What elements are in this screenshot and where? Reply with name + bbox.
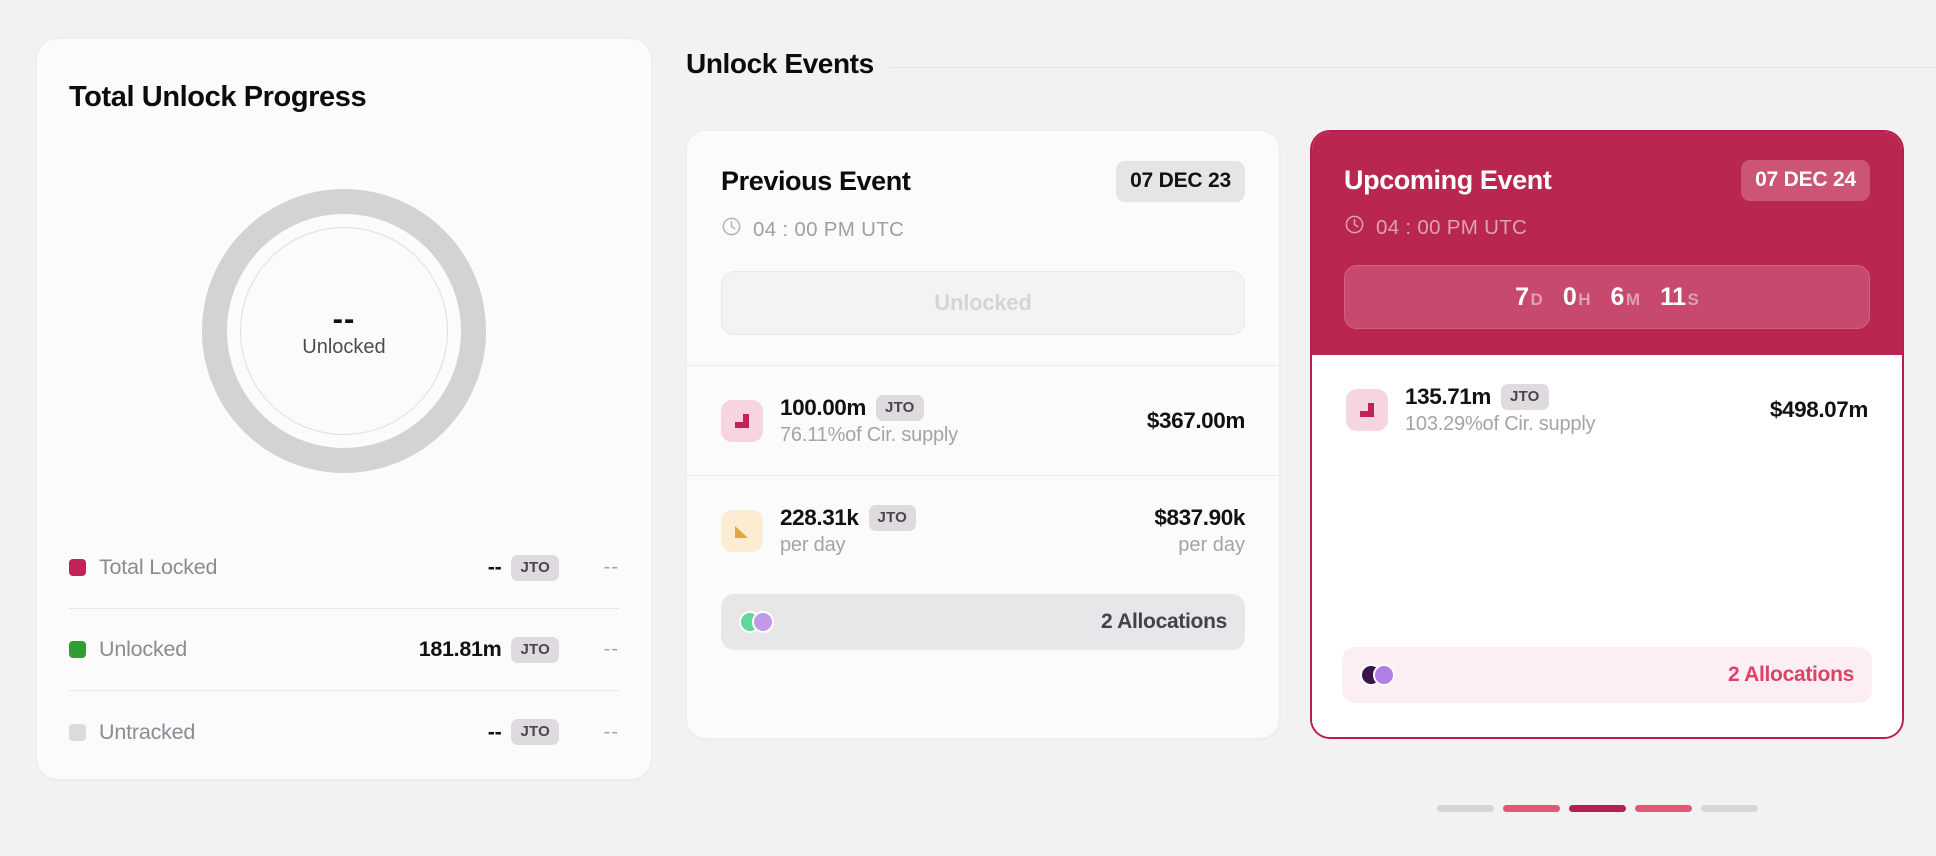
allocation-usd-value: $837.90k [1154, 505, 1245, 530]
donut-label: Unlocked [302, 336, 386, 358]
upcoming-event-card[interactable]: Upcoming Event 07 DEC 24 04 : 00 PM UTC … [1310, 130, 1904, 739]
allocation-count-label: 2 Allocations [1727, 663, 1854, 686]
previous-event-time: 04 : 00 PM UTC [753, 217, 905, 241]
legend-amount: -- [487, 719, 502, 744]
allocation-avatars [739, 611, 774, 633]
avatar-dot [1373, 664, 1395, 686]
legend-secondary-value: -- [603, 720, 619, 743]
allocation-subtext: 103.29%of Cir. supply [1405, 413, 1596, 435]
legend-amount: 181.81m [418, 637, 502, 661]
allocation-subtext: 76.11%of Cir. supply [780, 423, 958, 446]
previous-event-date-badge: 07 DEC 23 [1116, 161, 1245, 202]
token-badge: JTO [511, 719, 559, 745]
upcoming-event-header: Upcoming Event 07 DEC 24 04 : 00 PM UTC … [1312, 132, 1902, 355]
upcoming-event-time-row: 04 : 00 PM UTC [1344, 214, 1870, 241]
upcoming-event-time: 04 : 00 PM UTC [1376, 215, 1528, 239]
legend-label: Unlocked [99, 637, 188, 661]
allocation-usd-value: $498.07m [1769, 397, 1869, 422]
bar-step-icon [721, 399, 763, 442]
legend-list: Total Locked -- JTO -- Unlocked 181.81m … [69, 527, 619, 773]
section-title-unlock-events: Unlock Events [686, 48, 890, 80]
token-badge: JTO [511, 636, 559, 663]
allocation-usd-subtext: per day [1178, 534, 1245, 556]
legend-row-total-locked: Total Locked -- JTO -- [69, 527, 619, 609]
previous-event-status-pill: Unlocked [721, 271, 1245, 335]
countdown-unit: S [1687, 289, 1699, 309]
allocation-amount: 228.31k [780, 505, 859, 530]
countdown-unit: M [1625, 289, 1641, 309]
allocation-row: 228.31k JTO per day $837.90k per day [687, 476, 1279, 586]
legend-secondary-value: -- [603, 556, 619, 578]
previous-allocations-footer[interactable]: 2 Allocations [721, 594, 1245, 650]
pagination-dash[interactable] [1701, 805, 1758, 812]
allocation-row: 100.00m JTO 76.11%of Cir. supply $367.00… [687, 366, 1279, 476]
countdown-value: 0 [1562, 282, 1577, 311]
swatch-untracked [69, 723, 86, 741]
legend-secondary-value: -- [603, 638, 619, 660]
clock-icon [721, 216, 742, 243]
swatch-unlocked [69, 641, 86, 658]
pagination-dash[interactable] [1437, 805, 1494, 812]
countdown-value: 7 [1515, 282, 1529, 311]
pagination-dash-active[interactable] [1569, 805, 1626, 812]
avatar-dot [752, 611, 774, 633]
allocation-subtext: per day [780, 534, 846, 556]
unlock-dashboard: Total Unlock Progress -- Unlocked Total … [0, 0, 1936, 856]
token-badge: JTO [1501, 384, 1549, 410]
token-badge: JTO [511, 554, 559, 581]
countdown-minutes: 6 M [1611, 283, 1641, 312]
countdown-unit: D [1530, 289, 1543, 309]
previous-event-title: Previous Event [721, 166, 911, 196]
legend-row-unlocked: Unlocked 181.81m JTO -- [69, 609, 619, 691]
token-badge: JTO [868, 505, 917, 531]
triangle-rate-icon [721, 510, 763, 552]
carousel-pagination[interactable] [1437, 805, 1758, 812]
countdown-value: 11 [1660, 282, 1686, 311]
allocation-avatars [1360, 664, 1395, 686]
upcoming-event-date-badge: 07 DEC 24 [1741, 160, 1870, 201]
token-badge: JTO [876, 394, 924, 421]
countdown-timer: 7 D 0 H 6 M 11 S [1344, 265, 1870, 329]
bar-step-icon [1346, 389, 1388, 431]
legend-label: Total Locked [99, 555, 218, 579]
previous-event-time-row: 04 : 00 PM UTC [721, 216, 1245, 243]
previous-event-card[interactable]: Previous Event 07 DEC 23 04 : 00 PM UTC … [686, 130, 1280, 739]
clock-icon [1344, 214, 1365, 241]
countdown-hours: 0 H [1563, 283, 1591, 312]
unlock-progress-donut: -- Unlocked [202, 189, 486, 473]
donut-value: -- [332, 301, 356, 336]
pagination-dash[interactable] [1503, 805, 1560, 812]
previous-event-header: Previous Event 07 DEC 23 04 : 00 PM UTC [687, 131, 1279, 243]
page-title: Total Unlock Progress [69, 81, 367, 113]
countdown-seconds: 11 S [1660, 283, 1699, 312]
upcoming-allocations-footer[interactable]: 2 Allocations [1342, 647, 1872, 703]
legend-label: Untracked [99, 719, 196, 744]
countdown-unit: H [1578, 289, 1591, 309]
allocation-count-label: 2 Allocations [1100, 610, 1227, 633]
countdown-days: 7 D [1515, 283, 1543, 312]
total-unlock-progress-card: Total Unlock Progress -- Unlocked Total … [36, 38, 652, 780]
pagination-dash[interactable] [1635, 805, 1692, 812]
upcoming-event-title: Upcoming Event [1344, 165, 1552, 195]
donut-center-labels: -- Unlocked [202, 189, 486, 473]
legend-amount: -- [487, 555, 502, 579]
swatch-total-locked [69, 559, 86, 576]
allocation-row: 135.71m JTO 103.29%of Cir. supply $498.0… [1312, 355, 1902, 465]
allocation-amount: 135.71m [1405, 384, 1492, 409]
legend-row-untracked: Untracked -- JTO -- [69, 691, 619, 773]
allocation-amount: 100.00m [780, 394, 867, 420]
allocation-usd-value: $367.00m [1146, 407, 1246, 433]
countdown-value: 6 [1610, 282, 1625, 311]
